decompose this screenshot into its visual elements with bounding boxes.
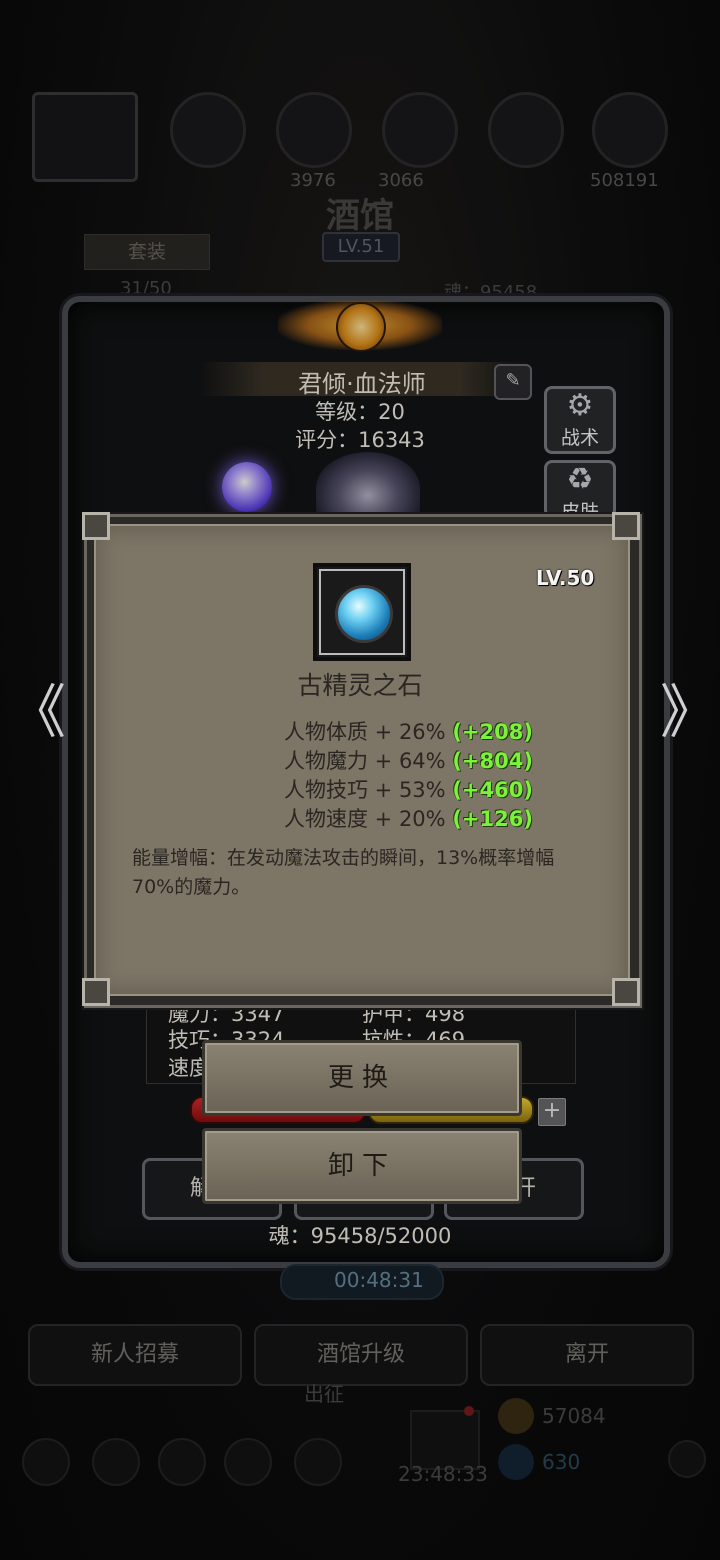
attr-label: 人物体质 + 26% <box>284 720 446 744</box>
unequip-button[interactable]: 卸下 <box>202 1128 522 1204</box>
tooltip-corner-tr <box>612 512 640 540</box>
tooltip-corner-tl <box>82 512 110 540</box>
attr-row-constitution: 人物体质 + 26% (+208) <box>284 716 533 746</box>
attr-row-speed: 人物速度 + 20% (+126) <box>284 803 533 833</box>
replace-button[interactable]: 更换 <box>202 1040 522 1116</box>
tooltip-corner-bl <box>82 978 110 1006</box>
attr-row-skill: 人物技巧 + 53% (+460) <box>284 774 533 804</box>
next-arrow-icon[interactable]: 》 <box>660 676 718 748</box>
tooltip-corner-br <box>612 978 640 1006</box>
elven-stone-gem-icon <box>335 585 393 643</box>
item-level: LV.50 <box>536 566 595 590</box>
attr-bonus: (+126) <box>452 807 533 831</box>
item-skill-description: 能量增幅：在发动魔法攻击的瞬间，13%概率增幅70%的魔力。 <box>132 847 555 898</box>
attr-bonus: (+804) <box>452 749 533 773</box>
attr-bonus: (+208) <box>452 720 533 744</box>
attr-label: 人物速度 + 20% <box>284 807 446 831</box>
attr-row-magic: 人物魔力 + 64% (+804) <box>284 745 533 775</box>
prev-arrow-icon[interactable]: 《 <box>8 676 66 748</box>
attr-label: 人物魔力 + 64% <box>284 749 446 773</box>
item-name: 古精灵之石 <box>297 671 423 700</box>
attr-label: 人物技巧 + 53% <box>284 778 446 802</box>
attr-bonus: (+460) <box>452 778 533 802</box>
